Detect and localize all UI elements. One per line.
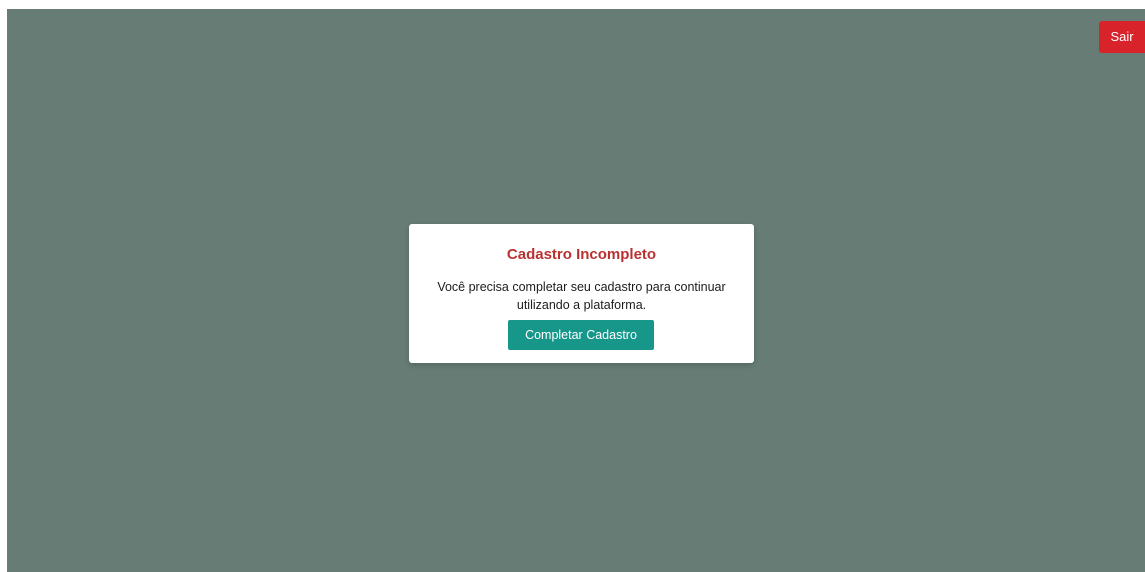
complete-registration-button[interactable]: Completar Cadastro xyxy=(508,320,654,350)
dialog-title: Cadastro Incompleto xyxy=(506,246,657,263)
incomplete-registration-dialog: Cadastro Incompleto Você precisa complet… xyxy=(409,224,754,363)
logout-button[interactable]: Sair xyxy=(1099,21,1145,53)
dialog-message: Você precisa completar seu cadastro para… xyxy=(437,280,726,312)
